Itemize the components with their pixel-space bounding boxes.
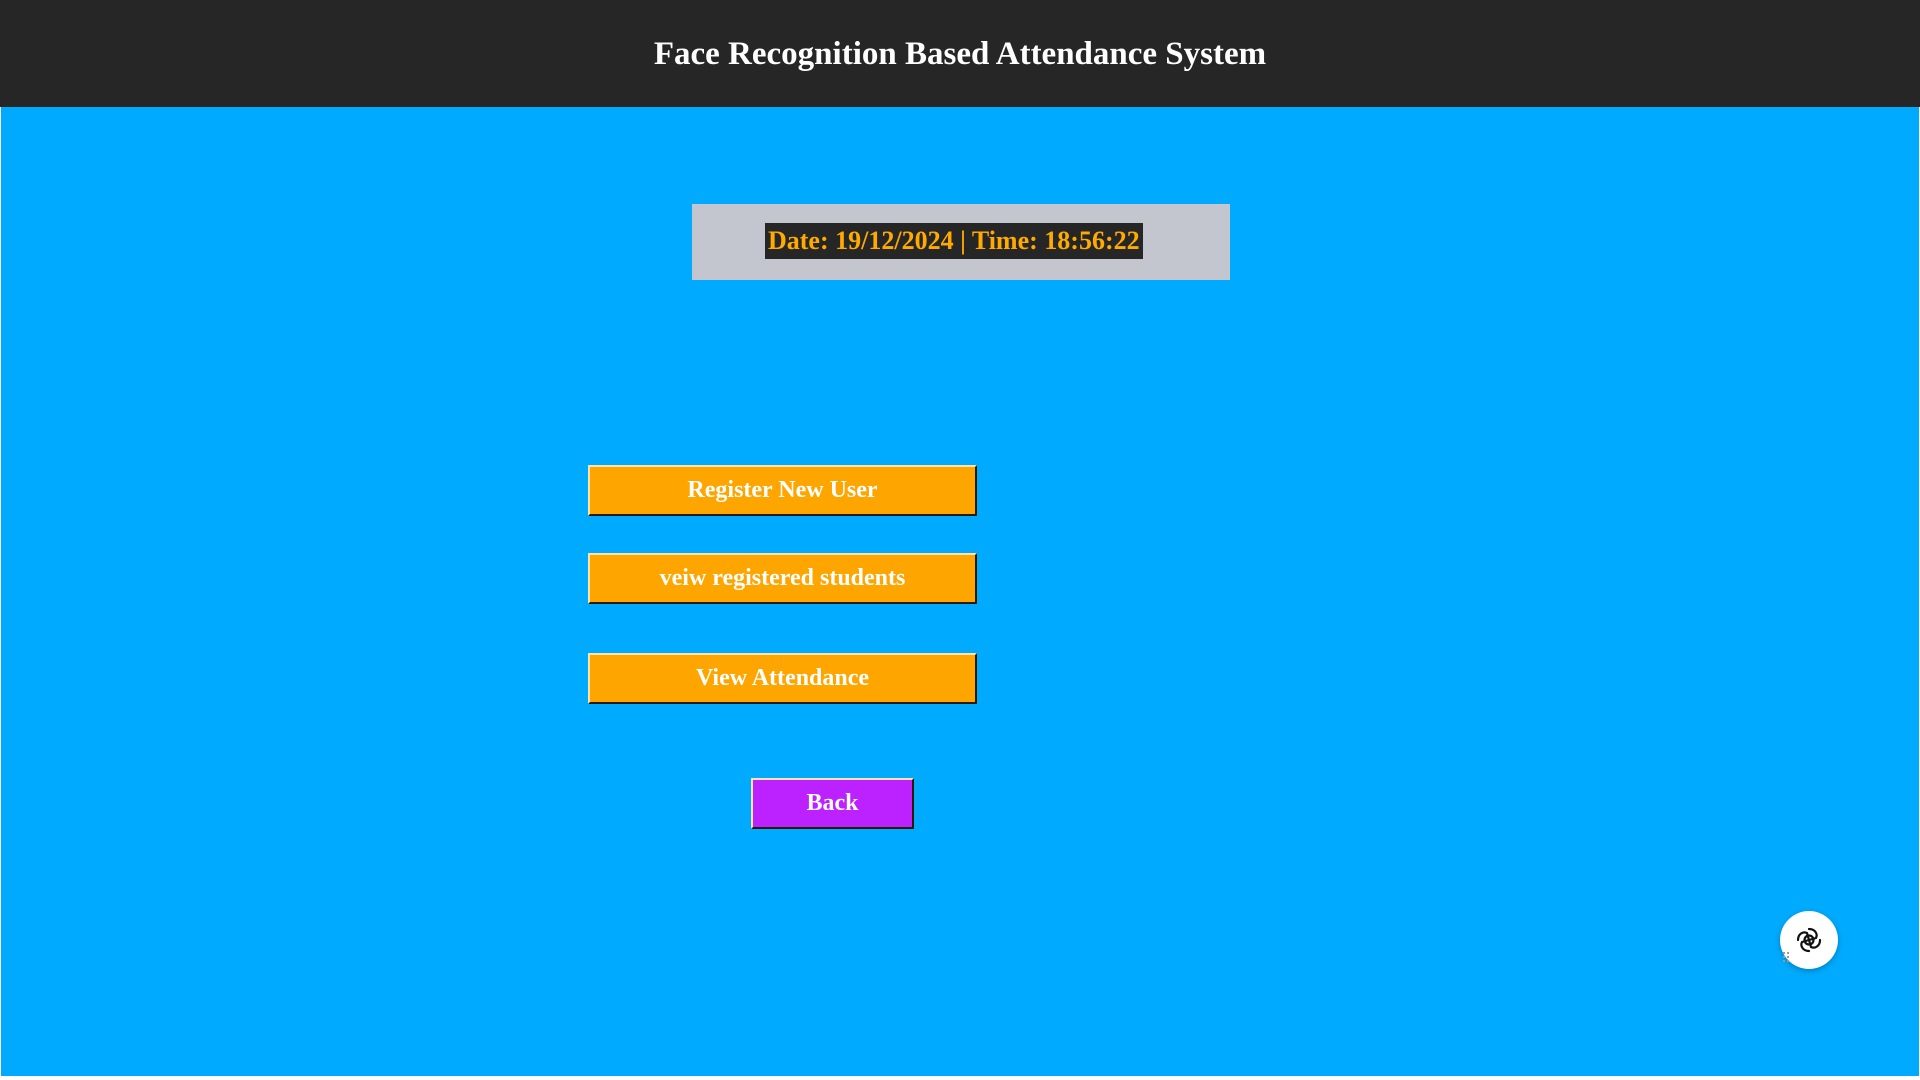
- back-button[interactable]: Back: [751, 778, 914, 829]
- ai-assistant-icon: [1796, 927, 1822, 953]
- datetime-panel: Date: 19/12/2024 | Time: 18:56:22: [692, 204, 1230, 280]
- app-window: Face Recognition Based Attendance System…: [0, 0, 1920, 1080]
- view-registered-students-button[interactable]: veiw registered students: [588, 553, 977, 604]
- widget-drag-handle[interactable]: [1783, 952, 1793, 964]
- page-title: Face Recognition Based Attendance System: [653, 36, 1267, 72]
- view-attendance-button[interactable]: View Attendance: [588, 653, 977, 704]
- title-bar: Face Recognition Based Attendance System: [0, 0, 1920, 107]
- datetime-label: Date: 19/12/2024 | Time: 18:56:22: [765, 223, 1143, 259]
- register-new-user-button[interactable]: Register New User: [588, 465, 977, 516]
